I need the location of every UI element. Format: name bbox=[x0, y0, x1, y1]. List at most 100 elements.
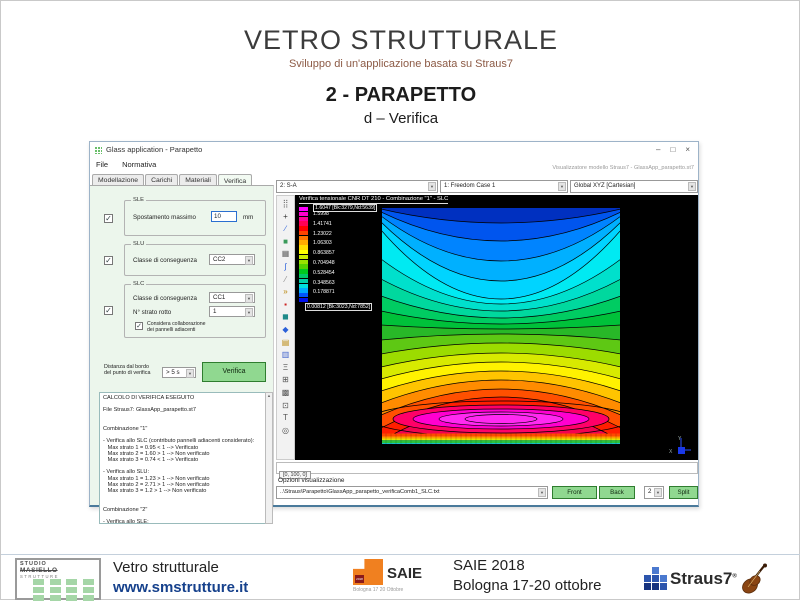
registered-mark: ® bbox=[732, 573, 736, 579]
viewer-status-bar: [0, 100, 0] bbox=[276, 462, 698, 474]
distanza-label: Distanza dal bordo del punto di verifica bbox=[104, 364, 162, 377]
arrow-icon[interactable]: » bbox=[278, 285, 293, 298]
select-icon[interactable]: + bbox=[278, 210, 293, 223]
studio-grid-square bbox=[50, 587, 61, 593]
brick-icon[interactable]: ▦ bbox=[278, 247, 293, 260]
tab-modellazione[interactable]: Modellazione bbox=[92, 174, 144, 185]
collaborazione-checkbox[interactable]: ✓ bbox=[135, 322, 143, 330]
plate-icon[interactable]: ■ bbox=[278, 235, 293, 248]
app-window: Glass application - Parapetto – □ × File… bbox=[89, 141, 699, 507]
straus7-pixel bbox=[644, 583, 651, 590]
strato-rotto-select[interactable]: 1 bbox=[209, 306, 255, 317]
studio-grid-square bbox=[33, 579, 44, 585]
maximize-icon[interactable]: □ bbox=[670, 145, 675, 154]
draw-icon[interactable]: ◆ bbox=[278, 323, 293, 336]
slu-group-title: SLU bbox=[131, 241, 146, 247]
legend-swatch-16 bbox=[299, 284, 308, 288]
legend-swatch-8 bbox=[299, 245, 308, 249]
slide-titles: VETRO STRUTTURALE Sviluppo di un'applica… bbox=[1, 25, 800, 127]
legend-swatch-2 bbox=[299, 217, 308, 221]
brand-url[interactable]: www.smstrutture.it bbox=[113, 579, 248, 596]
text-icon[interactable]: T bbox=[278, 411, 293, 424]
layers-alt-icon[interactable]: ▥ bbox=[278, 348, 293, 361]
studio-masiello-logo: STUDIO MASIELLO STRUTTURE bbox=[15, 558, 101, 600]
title-bar[interactable]: Glass application - Parapetto – □ × bbox=[90, 142, 698, 157]
svg-text:X: X bbox=[669, 449, 673, 455]
plot-canvas[interactable]: Verifica tensionale CNR DT 210 - Combina… bbox=[295, 195, 698, 460]
grid-icon[interactable]: ⊞ bbox=[278, 373, 293, 386]
legend-swatch-5 bbox=[299, 231, 308, 235]
legend-value-0: 1.5998 bbox=[313, 211, 329, 217]
node-icon[interactable]: ▪ bbox=[278, 298, 293, 311]
sle-unit: mm bbox=[243, 214, 253, 221]
legend-swatch-17 bbox=[299, 288, 308, 292]
straus7-pixel-icon bbox=[644, 567, 668, 591]
wireframe-icon[interactable]: ⊡ bbox=[278, 399, 293, 412]
legend-swatch-3 bbox=[299, 221, 308, 225]
list-icon[interactable]: Ξ bbox=[278, 361, 293, 374]
axis-system-select[interactable]: Global XYZ [Cartesian] bbox=[570, 180, 698, 193]
split-count-select[interactable]: 2 bbox=[644, 486, 664, 499]
straus7-text: Straus7® bbox=[670, 569, 737, 589]
legend-value-7: 0.348563 bbox=[313, 280, 335, 286]
cut-plane-icon[interactable]: ⁄ bbox=[278, 273, 293, 286]
legend-swatch-19 bbox=[299, 298, 308, 302]
back-button[interactable]: Back bbox=[599, 486, 635, 499]
straus7-pixel bbox=[652, 575, 659, 582]
section-title: 2 - PARAPETTO bbox=[1, 84, 800, 107]
results-textarea[interactable]: CALCOLO DI VERIFICA ESEGUITO File Straus… bbox=[99, 392, 273, 524]
menu-normativa[interactable]: Normativa bbox=[122, 160, 156, 169]
distanza-select[interactable]: > 5 s bbox=[162, 367, 196, 378]
legend-swatch-14 bbox=[299, 274, 308, 278]
result-case-select[interactable]: 2: S-A bbox=[276, 180, 438, 193]
target-icon[interactable]: ◎ bbox=[278, 424, 293, 437]
close-icon[interactable]: × bbox=[685, 145, 690, 154]
studio-grid bbox=[33, 579, 97, 601]
legend-swatch-11 bbox=[299, 260, 308, 264]
legend-swatch-4 bbox=[299, 226, 308, 230]
studio-grid-square bbox=[33, 595, 44, 601]
studio-grid-square bbox=[66, 595, 77, 601]
beam-icon[interactable]: ∕ bbox=[278, 222, 293, 235]
legend-swatch-18 bbox=[299, 293, 308, 297]
menu-file[interactable]: File bbox=[96, 160, 108, 169]
verifica-button[interactable]: Verifica bbox=[202, 362, 266, 382]
spostamento-input[interactable]: 10 bbox=[211, 211, 237, 222]
results-scrollbar[interactable]: ▲ bbox=[265, 392, 273, 524]
minimize-icon[interactable]: – bbox=[656, 145, 660, 154]
front-button[interactable]: Front bbox=[552, 486, 597, 499]
hatch-icon[interactable]: ▩ bbox=[278, 386, 293, 399]
slc-group: SLC Classe di conseguenza CC1 N° strato … bbox=[124, 284, 266, 338]
legend-swatch-10 bbox=[299, 255, 308, 259]
studio-grid-square bbox=[83, 587, 94, 593]
freedom-case-select[interactable]: 1: Freedom Case 1 bbox=[440, 180, 568, 193]
saie-subtitle: Bologna 17-20 ottobre bbox=[453, 577, 601, 594]
studio-grid-square bbox=[66, 579, 77, 585]
slc-class-select[interactable]: CC1 bbox=[209, 292, 255, 303]
viewer-header-label: Visualizzatore modello Straus7 - GlassAp… bbox=[552, 165, 694, 171]
viewer-toolbar: ⣿+∕■▦∫⁄»▪◼◆▤▥Ξ⊞▩⊡T◎ bbox=[276, 195, 295, 460]
layers-icon[interactable]: ▤ bbox=[278, 336, 293, 349]
options-label: Opzioni visualizzazione bbox=[278, 477, 344, 484]
straus7-pixel bbox=[652, 583, 659, 590]
link-icon[interactable]: ∫ bbox=[278, 260, 293, 273]
saie-title: SAIE 2018 bbox=[453, 557, 601, 574]
studio-grid-square bbox=[66, 587, 77, 593]
slc-checkbox[interactable]: ✓ bbox=[104, 306, 113, 315]
section-subtitle: d – Verifica bbox=[1, 110, 800, 127]
slc-group-title: SLC bbox=[131, 281, 146, 287]
entity-display-icon[interactable]: ⣿ bbox=[278, 197, 293, 210]
output-path-select[interactable]: ..\Straus\Parapetto\GlassApp_parapetto_v… bbox=[276, 486, 548, 499]
sle-checkbox[interactable]: ✓ bbox=[104, 214, 113, 223]
slu-class-select[interactable]: CC2 bbox=[209, 254, 255, 265]
legend-value-2: 1.23022 bbox=[313, 231, 332, 237]
slide-title: VETRO STRUTTURALE bbox=[1, 25, 800, 56]
legend-value-3: 1.06303 bbox=[313, 240, 332, 246]
solid-icon[interactable]: ◼ bbox=[278, 310, 293, 323]
slu-checkbox[interactable]: ✓ bbox=[104, 256, 113, 265]
tab-materiali[interactable]: Materiali bbox=[179, 174, 217, 185]
legend-swatch-6 bbox=[299, 236, 308, 240]
split-button[interactable]: Split bbox=[669, 486, 698, 499]
tab-carichi[interactable]: Carichi bbox=[145, 174, 178, 185]
strato-rotto-label: N° strato rotto bbox=[133, 309, 171, 316]
